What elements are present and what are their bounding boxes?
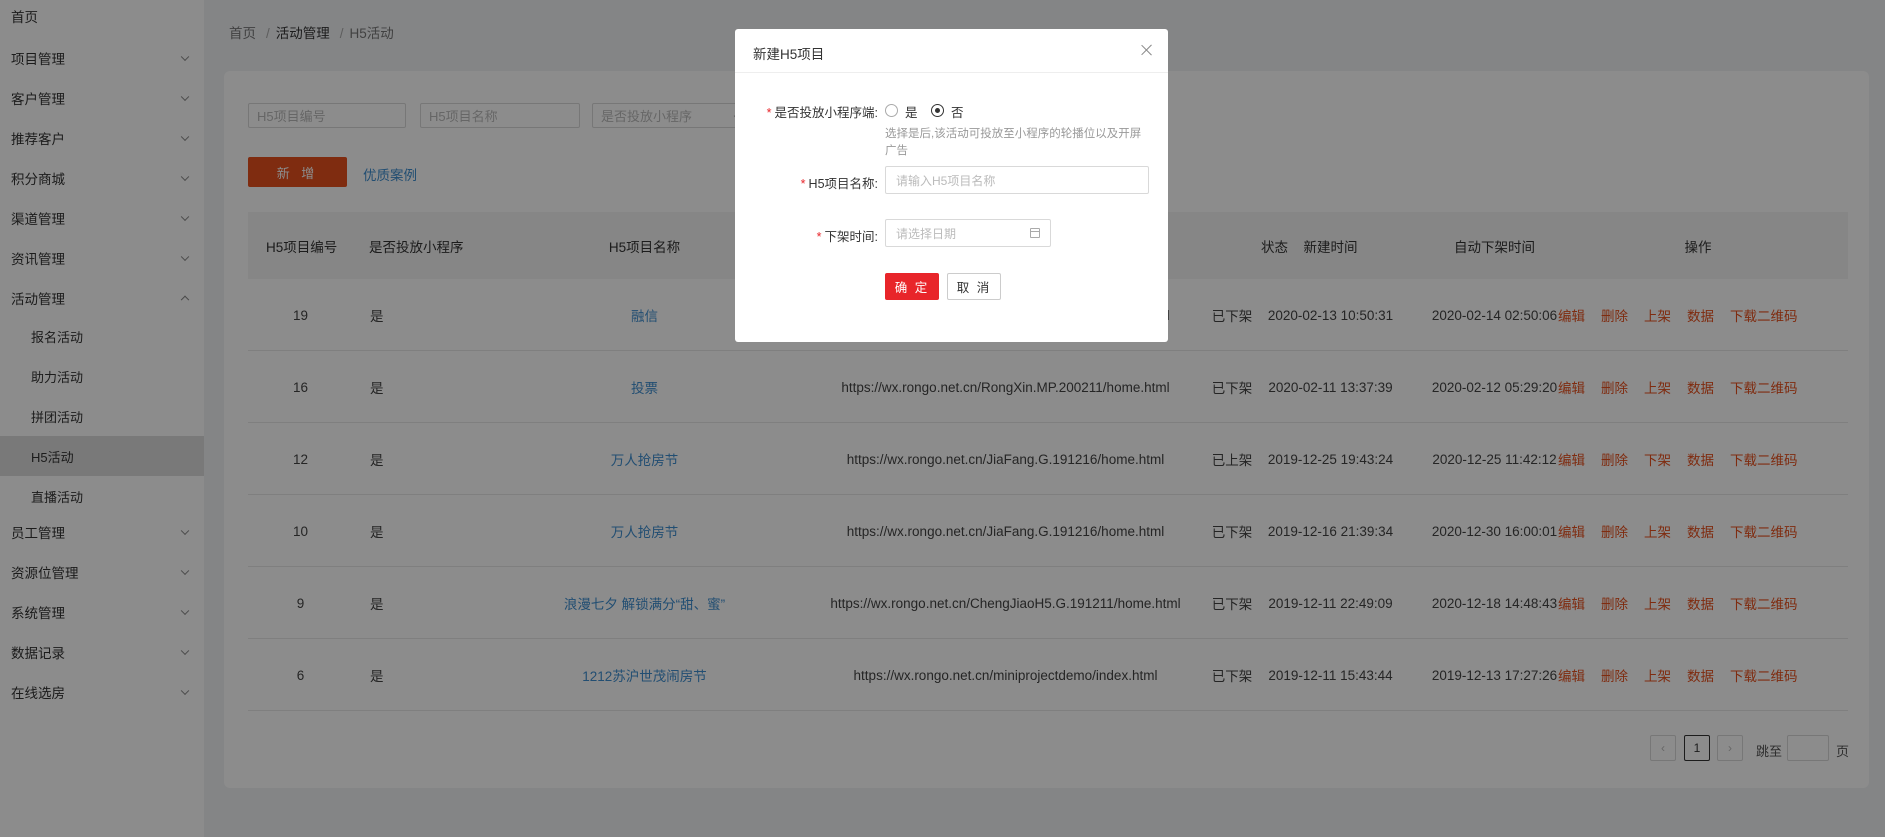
h5-name-input[interactable]: 请输入H5项目名称 bbox=[885, 166, 1149, 194]
radio-no[interactable] bbox=[931, 104, 944, 117]
radio-no-label: 否 bbox=[951, 106, 964, 120]
name-field-label: * H5项目名称: bbox=[800, 177, 878, 191]
mini-hint-text: 选择是后,该活动可投放至小程序的轮播位以及开屏广告 bbox=[885, 128, 1142, 157]
radio-yes-label: 是 bbox=[905, 106, 918, 120]
modal-header: 新建H5项目 bbox=[735, 29, 1168, 73]
new-h5-modal: 新建H5项目 * 是否投放小程序端: 是 否 选择是后,该活动可投放至小程序的轮播… bbox=[735, 29, 1168, 342]
cancel-button[interactable]: 取 消 bbox=[947, 273, 1001, 300]
modal-title: 新建H5项目 bbox=[753, 47, 825, 62]
confirm-button[interactable]: 确 定 bbox=[885, 273, 939, 300]
calendar-icon bbox=[1030, 228, 1040, 238]
offline-date-picker[interactable]: 请选择日期 bbox=[885, 219, 1051, 247]
date-field-label: * 下架时间: bbox=[816, 230, 878, 244]
radio-yes[interactable] bbox=[885, 104, 898, 117]
mini-field-label: * 是否投放小程序端: bbox=[766, 106, 878, 120]
close-icon[interactable] bbox=[1140, 43, 1154, 57]
